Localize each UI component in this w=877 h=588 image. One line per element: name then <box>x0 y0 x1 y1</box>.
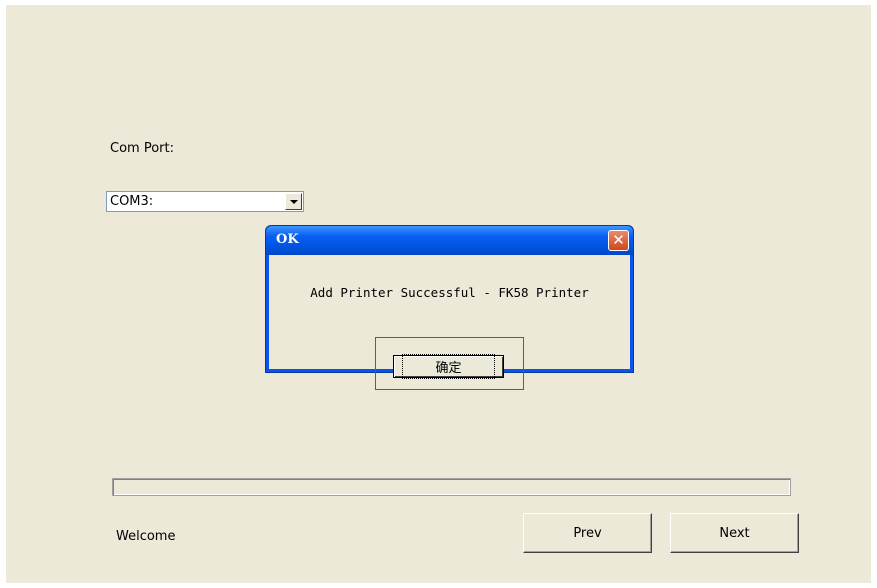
close-icon[interactable]: ✕ <box>608 230 629 251</box>
ok-button-label: 确定 <box>402 354 495 379</box>
com-port-value: COM3: <box>110 194 154 209</box>
prev-button[interactable]: Prev <box>523 513 652 553</box>
progress-bar <box>112 478 791 496</box>
chevron-down-icon[interactable] <box>285 193 302 210</box>
ok-button[interactable]: 确定 <box>393 354 504 379</box>
dialog-message: Add Printer Successful - FK58 Printer <box>310 285 589 300</box>
status-text: Welcome <box>116 529 176 544</box>
dialog-titlebar[interactable]: OK ✕ <box>266 226 633 255</box>
dialog-body: Add Printer Successful - FK58 Printer 确定 <box>269 255 630 390</box>
message-dialog: OK ✕ Add Printer Successful - FK58 Print… <box>265 225 634 390</box>
com-port-label: Com Port: <box>110 141 174 156</box>
dialog-title: OK <box>276 232 299 247</box>
next-button[interactable]: Next <box>670 513 799 553</box>
com-port-select[interactable]: COM3: <box>106 191 304 212</box>
